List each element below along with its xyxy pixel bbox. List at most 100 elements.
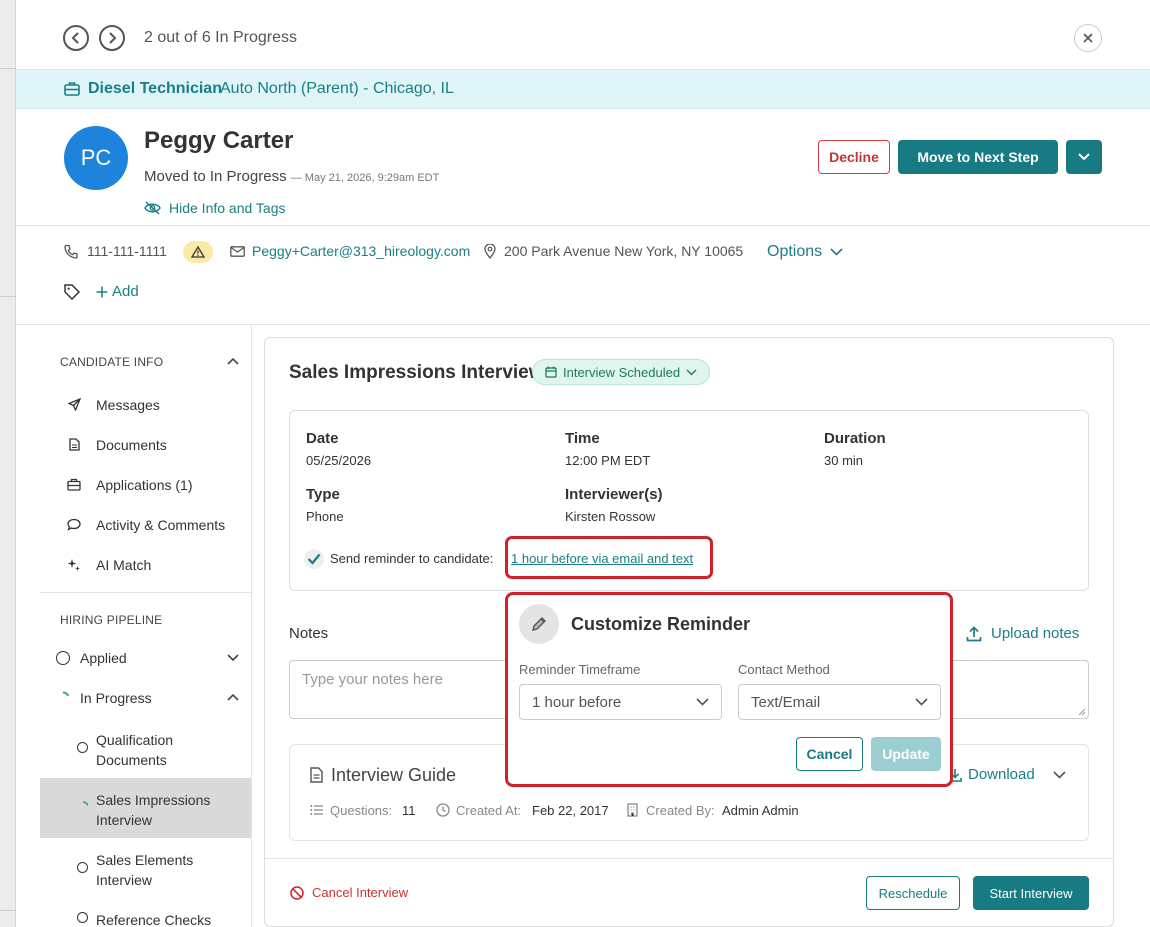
backdrop-strip <box>0 0 16 927</box>
sub-item-line: Reference Checks <box>96 912 212 927</box>
phone-warning-badge[interactable] <box>183 241 213 263</box>
chevron-down-icon <box>1053 771 1066 779</box>
contact-method-value: Text/Email <box>751 693 821 711</box>
comment-icon <box>67 518 81 531</box>
resize-handle-icon[interactable] <box>1078 708 1086 716</box>
divider <box>16 225 1150 226</box>
chevron-up-icon <box>227 693 239 701</box>
candidate-info-header: CANDIDATE INFO <box>60 355 164 369</box>
interview-status-dropdown[interactable]: Interview Scheduled <box>532 359 711 385</box>
avatar: PC <box>64 126 128 190</box>
chevron-down-icon <box>1078 153 1090 161</box>
sidebar-item-documents[interactable]: Documents <box>96 437 167 453</box>
sidebar-item-reference-checks[interactable]: Reference Checks <box>96 910 211 927</box>
date-label: Date <box>306 430 339 447</box>
step-empty-icon <box>77 862 88 873</box>
sidebar-item-applied[interactable]: Applied <box>80 650 127 666</box>
chevron-down-icon <box>686 369 697 375</box>
sidebar-item-qualification-documents[interactable]: Qualification Documents <box>96 730 173 770</box>
chevron-right-icon <box>109 32 117 44</box>
time-label: Time <box>565 430 600 447</box>
stage-empty-icon <box>56 651 70 665</box>
sidebar-item-activity[interactable]: Activity & Comments <box>96 517 225 533</box>
sidebar-item-ai-match[interactable]: AI Match <box>96 557 151 573</box>
options-dropdown[interactable]: Options <box>767 243 843 261</box>
start-interview-button[interactable]: Start Interview <box>973 876 1089 910</box>
warning-icon <box>191 246 205 258</box>
add-tag-button[interactable]: Add <box>96 283 139 300</box>
list-icon <box>310 804 324 816</box>
briefcase-icon <box>67 478 81 491</box>
timeframe-label: Reminder Timeframe <box>519 662 641 677</box>
upload-notes-label: Upload notes <box>991 625 1080 642</box>
status-text: Moved to In Progress <box>144 168 287 185</box>
step-empty-icon <box>77 912 88 923</box>
sidebar-item-sales-impressions-interview[interactable]: Sales Impressions Interview <box>96 790 210 830</box>
briefcase-icon <box>64 81 80 96</box>
reschedule-button[interactable]: Reschedule <box>866 876 960 910</box>
interviewer-value: Kirsten Rossow <box>565 509 656 524</box>
sub-item-line: Sales Impressions <box>96 792 211 808</box>
collapse-in-progress-button[interactable] <box>227 693 239 701</box>
calendar-icon <box>545 366 557 378</box>
close-button[interactable] <box>1074 24 1102 52</box>
cancel-circle-icon <box>290 885 304 900</box>
created-by-value: Admin Admin <box>722 803 799 818</box>
collapse-candidate-info-button[interactable] <box>227 357 239 365</box>
candidate-name: Peggy Carter <box>144 127 294 154</box>
candidate-email[interactable]: Peggy+Carter@313_hireology.com <box>252 243 470 259</box>
expand-applied-button[interactable] <box>227 654 239 662</box>
sidebar-item-messages[interactable]: Messages <box>96 397 160 413</box>
reminder-label: Send reminder to candidate: <box>330 551 494 566</box>
candidate-phone[interactable]: 111-111-1111 <box>87 243 167 259</box>
upload-notes-button[interactable]: Upload notes <box>966 625 1079 642</box>
decline-button[interactable]: Decline <box>818 140 890 174</box>
chevron-left-icon <box>71 32 79 44</box>
sub-item-line: Interview <box>96 872 153 888</box>
sidebar-item-sales-elements-interview[interactable]: Sales Elements Interview <box>96 850 193 890</box>
job-title[interactable]: Diesel Technician <box>88 80 222 98</box>
type-label: Type <box>306 486 340 503</box>
sub-item-line: Sales Elements <box>96 852 194 868</box>
chevron-down-icon <box>830 248 843 256</box>
add-tag-label: Add <box>112 283 139 300</box>
sub-item-line: Qualification <box>96 732 174 748</box>
sub-item-line: Documents <box>96 752 167 768</box>
date-value: 05/25/2026 <box>306 453 372 468</box>
download-guide-button[interactable]: Download <box>948 766 1035 783</box>
time-value: 12:00 PM EDT <box>565 453 651 468</box>
hiring-pipeline-header: HIRING PIPELINE <box>60 613 163 627</box>
cancel-interview-button[interactable]: Cancel Interview <box>290 885 408 900</box>
next-candidate-button[interactable] <box>99 25 125 51</box>
questions-label: Questions: <box>330 803 393 818</box>
checkmark-icon <box>307 553 321 565</box>
timeframe-select[interactable]: 1 hour before <box>519 684 722 720</box>
candidate-counter: 2 out of 6 In Progress <box>144 29 297 46</box>
sparkle-icon <box>67 558 81 572</box>
move-to-next-step-button[interactable]: Move to Next Step <box>898 140 1058 174</box>
plus-icon <box>96 286 108 297</box>
interview-guide-title: Interview Guide <box>331 765 457 785</box>
location-pin-icon <box>484 244 496 259</box>
job-location: Auto North (Parent) - Chicago, IL <box>220 80 454 97</box>
sidebar-item-applications[interactable]: Applications (1) <box>96 477 193 493</box>
popover-update-button[interactable]: Update <box>871 737 941 771</box>
status-timestamp: — May 21, 2026, 9:29am EDT <box>290 172 440 184</box>
timeframe-value: 1 hour before <box>532 693 622 711</box>
reminder-checkbox[interactable] <box>304 549 324 569</box>
popover-title: Customize Reminder <box>571 614 751 634</box>
edit-icon-circle <box>519 604 559 644</box>
sidebar-item-in-progress[interactable]: In Progress <box>80 690 152 706</box>
candidate-address: 200 Park Avenue New York, NY 10065 <box>504 243 744 259</box>
candidate-status: Moved to In Progress — May 21, 2026, 9:2… <box>144 168 439 185</box>
duration-label: Duration <box>824 430 886 447</box>
expand-guide-button[interactable] <box>1053 771 1066 779</box>
hide-info-toggle[interactable]: Hide Info and Tags <box>144 200 286 216</box>
previous-candidate-button[interactable] <box>63 25 89 51</box>
backdrop-divider <box>0 296 16 297</box>
contact-method-select[interactable]: Text/Email <box>738 684 941 720</box>
interview-status-label: Interview Scheduled <box>563 364 681 380</box>
guide-document-icon <box>310 767 323 783</box>
more-actions-button[interactable] <box>1066 140 1102 174</box>
popover-cancel-button[interactable]: Cancel <box>796 737 863 771</box>
